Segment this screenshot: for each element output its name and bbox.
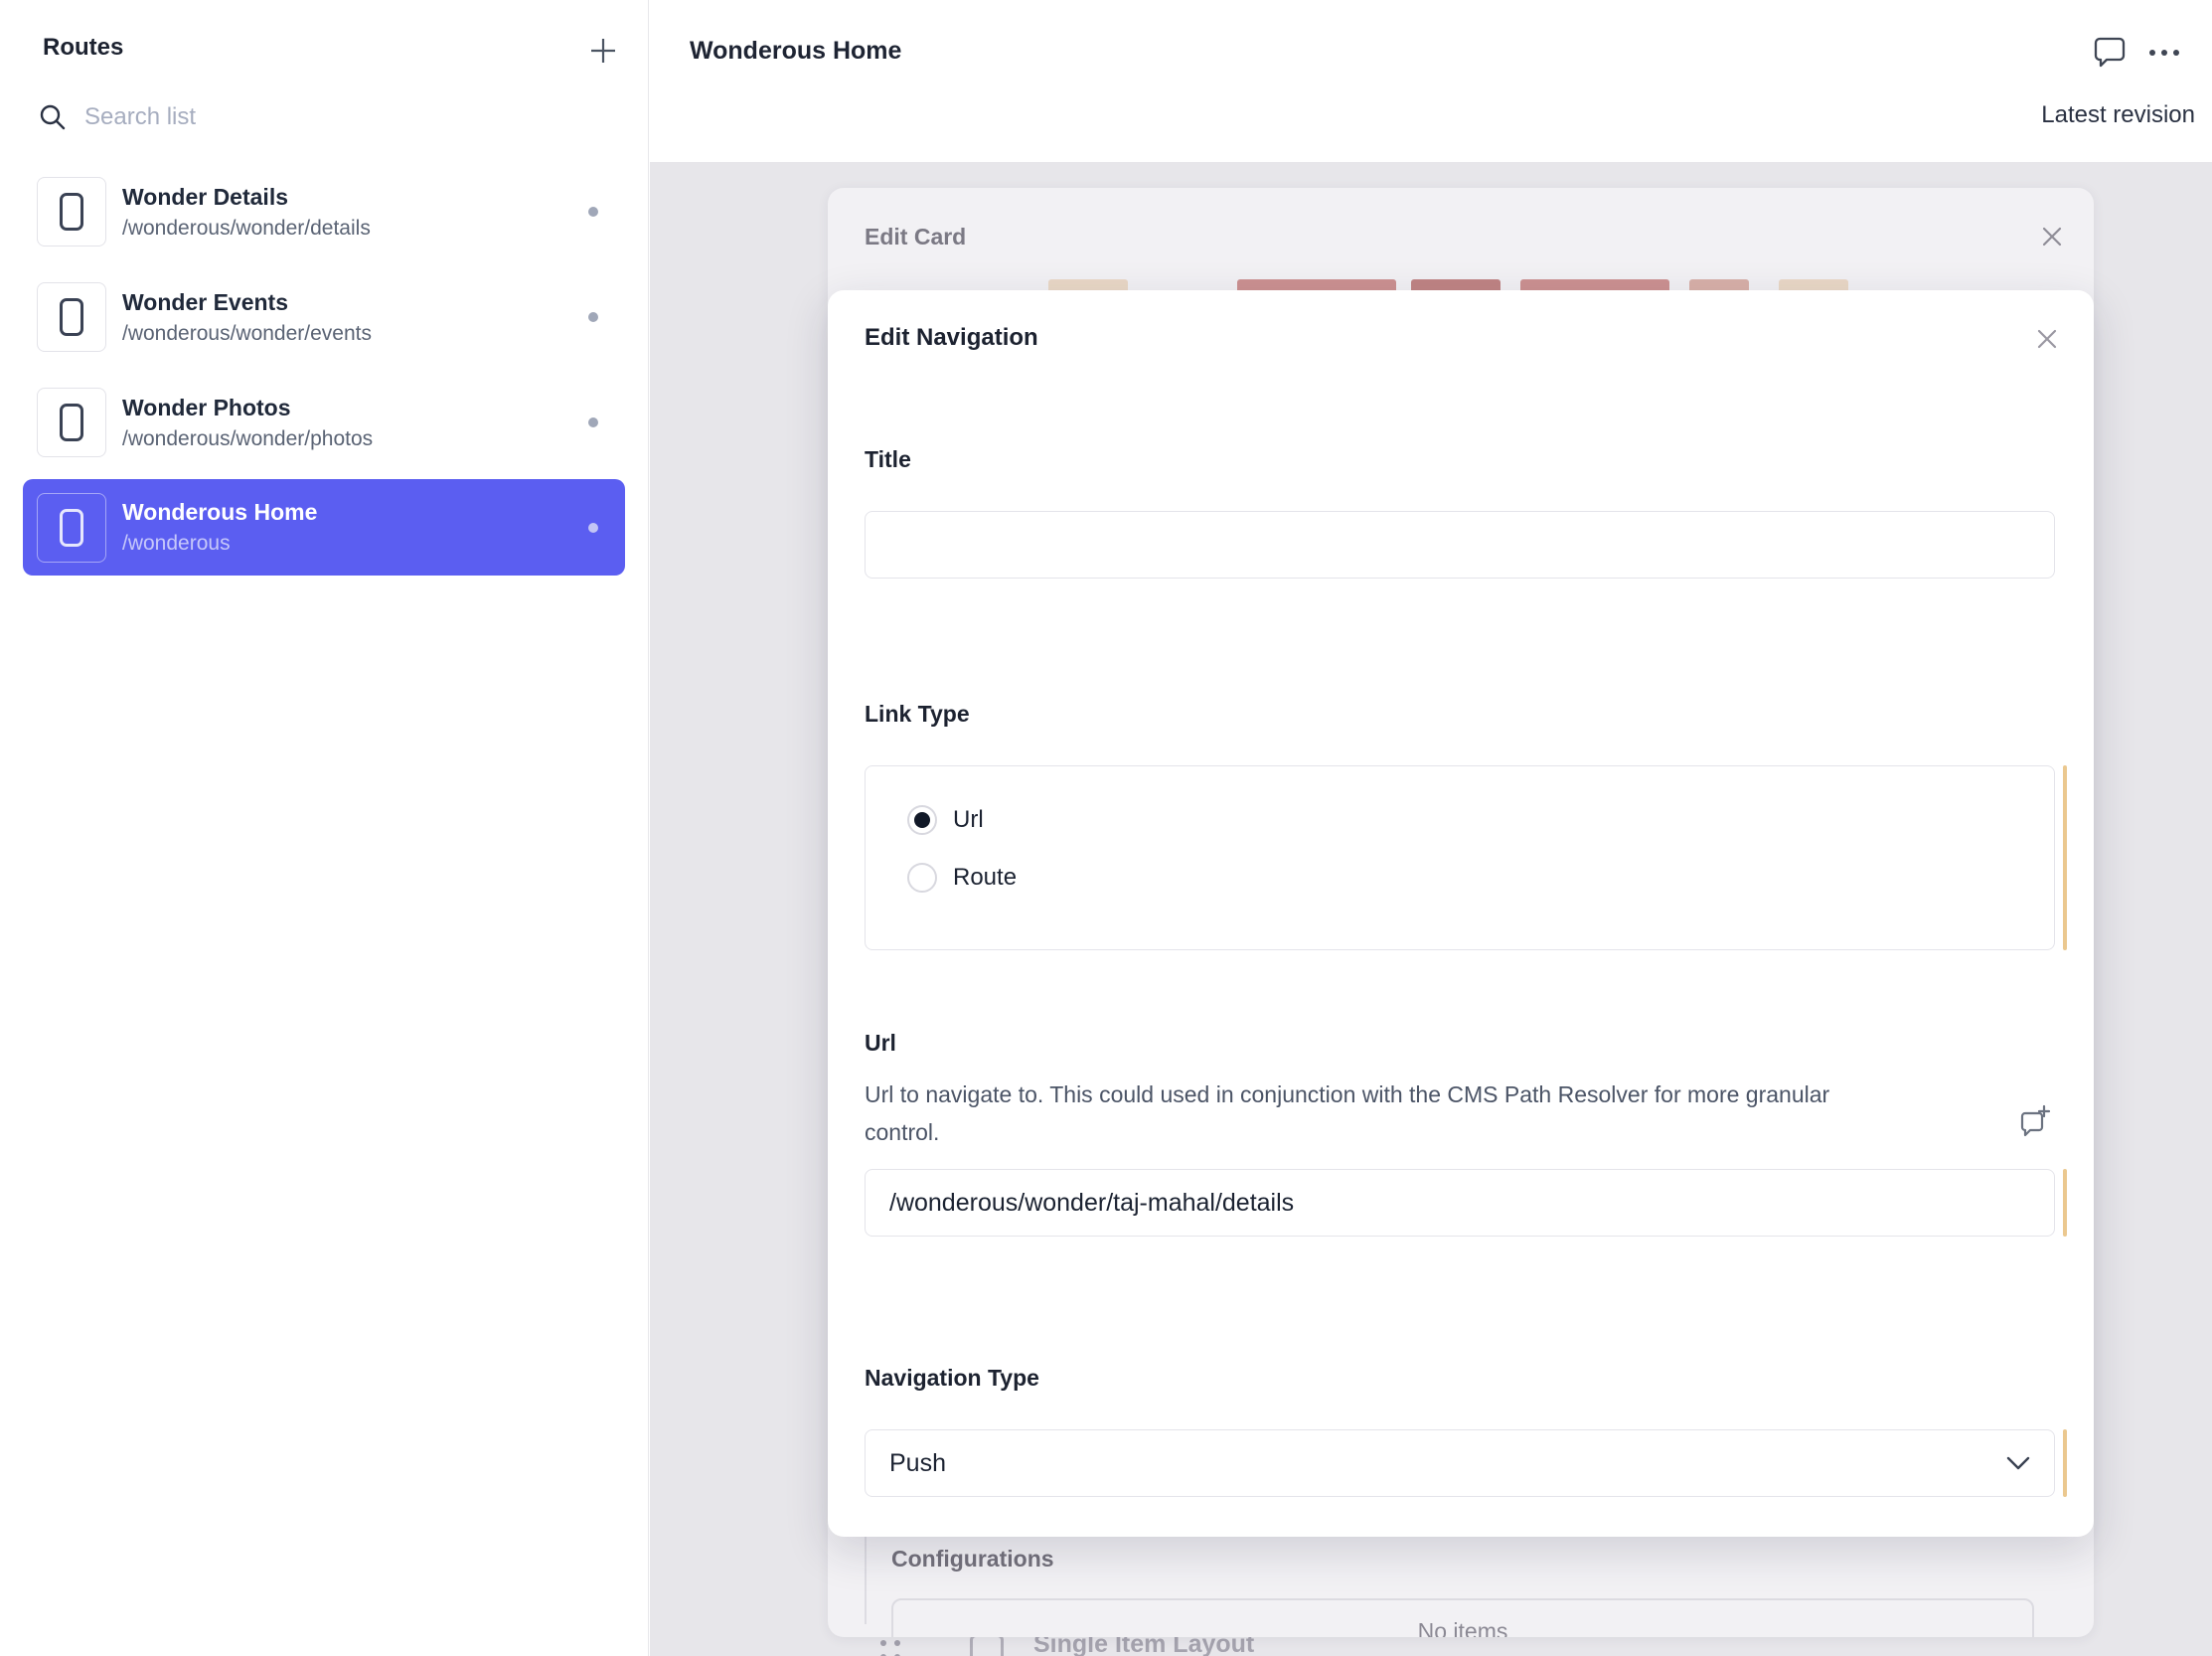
route-status-dot xyxy=(588,312,598,322)
phone-outline-icon xyxy=(60,298,83,336)
route-card-icon xyxy=(37,493,106,563)
configurations-empty-box: No items xyxy=(891,1598,2034,1637)
modified-indicator-bar xyxy=(2063,765,2067,950)
add-comment-icon xyxy=(2013,1103,2053,1143)
search-input[interactable] xyxy=(84,103,542,131)
navigation-type-field-label: Navigation Type xyxy=(865,1365,1039,1392)
add-route-button[interactable] xyxy=(586,34,620,68)
route-path: /wonderous/wonder/details xyxy=(122,215,371,243)
route-status-dot xyxy=(588,207,598,217)
url-field-description: Url to navigate to. This could used in c… xyxy=(865,1076,1868,1151)
url-input[interactable] xyxy=(865,1169,2055,1237)
background-list-item: Single Item Layout xyxy=(650,1634,2212,1656)
edit-card-close-button[interactable] xyxy=(2038,223,2066,250)
navigation-type-value: Push xyxy=(889,1449,946,1478)
radio-selected-icon xyxy=(907,805,937,835)
route-list-item-selected: Wonderous Home /wonderous xyxy=(0,479,649,584)
phone-outline-icon xyxy=(60,404,83,441)
ellipsis-icon xyxy=(2144,42,2184,64)
route-status-dot xyxy=(588,417,598,427)
edit-navigation-modal-title: Edit Navigation xyxy=(865,324,1038,352)
route-row-wonder-events[interactable]: Wonder Events /wonderous/wonder/events xyxy=(0,264,649,370)
title-field-label: Title xyxy=(865,446,911,473)
add-comment-button[interactable] xyxy=(2013,1103,2053,1143)
route-card-icon xyxy=(37,282,106,352)
radio-option-label: Route xyxy=(953,864,1017,892)
drag-handle-icon xyxy=(880,1640,906,1656)
search-bar xyxy=(38,97,594,137)
no-items-label: No items xyxy=(893,1618,2032,1637)
chevron-down-icon xyxy=(2006,1456,2030,1470)
plus-icon xyxy=(586,34,620,68)
route-title: Wonderous Home xyxy=(122,497,317,527)
comment-bubble-icon xyxy=(2093,36,2127,68)
sidebar-title: Routes xyxy=(43,34,123,62)
phone-outline-icon xyxy=(60,193,83,231)
route-row-wonder-details[interactable]: Wonder Details /wonderous/wonder/details xyxy=(0,159,649,264)
route-row-wonder-photos[interactable]: Wonder Photos /wonderous/wonder/photos xyxy=(0,370,649,475)
navigation-type-select[interactable]: Push xyxy=(865,1429,2055,1497)
route-list: Wonder Details /wonderous/wonder/details… xyxy=(0,159,649,584)
page-title: Wonderous Home xyxy=(690,37,901,66)
route-title: Wonder Events xyxy=(122,287,372,317)
edit-card-modal-title: Edit Card xyxy=(865,224,966,250)
main-header: Wonderous Home Latest revision xyxy=(650,0,2212,162)
route-path: /wonderous/wonder/events xyxy=(122,320,372,348)
route-title: Wonder Details xyxy=(122,182,371,212)
route-row-wonderous-home[interactable]: Wonderous Home /wonderous xyxy=(23,479,625,576)
radio-option-label: Url xyxy=(953,806,984,834)
close-icon xyxy=(2032,324,2062,354)
link-type-field-label: Link Type xyxy=(865,701,970,728)
routes-sidebar: Routes Wonder Details /wonderous/wonder/… xyxy=(0,0,649,1656)
route-path: /wonderous/wonder/photos xyxy=(122,425,373,453)
radio-unselected-icon xyxy=(907,863,937,893)
link-type-option-route[interactable]: Route xyxy=(866,849,2054,907)
title-input[interactable] xyxy=(865,511,2055,579)
edit-navigation-modal: Edit Navigation Title Link Type Url Rout… xyxy=(828,290,2094,1537)
route-title: Wonder Photos xyxy=(122,393,373,422)
revision-selector[interactable]: Latest revision xyxy=(2041,101,2195,129)
route-path: /wonderous xyxy=(122,530,317,558)
route-card-icon xyxy=(37,177,106,247)
edit-navigation-close-button[interactable] xyxy=(2032,324,2062,354)
route-list-item: Wonder Photos /wonderous/wonder/photos xyxy=(0,370,649,475)
more-options-button[interactable] xyxy=(2144,42,2184,64)
link-type-option-url[interactable]: Url xyxy=(866,791,2054,849)
phone-outline-icon xyxy=(60,509,83,547)
search-icon xyxy=(38,102,68,132)
layout-icon xyxy=(970,1634,1004,1656)
close-icon xyxy=(2038,223,2066,250)
modified-indicator-bar xyxy=(2063,1429,2067,1497)
comments-button[interactable] xyxy=(2093,36,2127,68)
route-list-item: Wonder Details /wonderous/wonder/details xyxy=(0,159,649,264)
modified-indicator-bar xyxy=(2063,1169,2067,1237)
configurations-label: Configurations xyxy=(891,1546,1054,1573)
route-card-icon xyxy=(37,388,106,457)
content-area: Single Item Layout Edit Card Configurati… xyxy=(650,162,2212,1656)
route-status-dot xyxy=(588,523,598,533)
route-list-item: Wonder Events /wonderous/wonder/events xyxy=(0,264,649,370)
url-field-label: Url xyxy=(865,1030,896,1057)
link-type-radio-group: Url Route xyxy=(865,765,2055,950)
